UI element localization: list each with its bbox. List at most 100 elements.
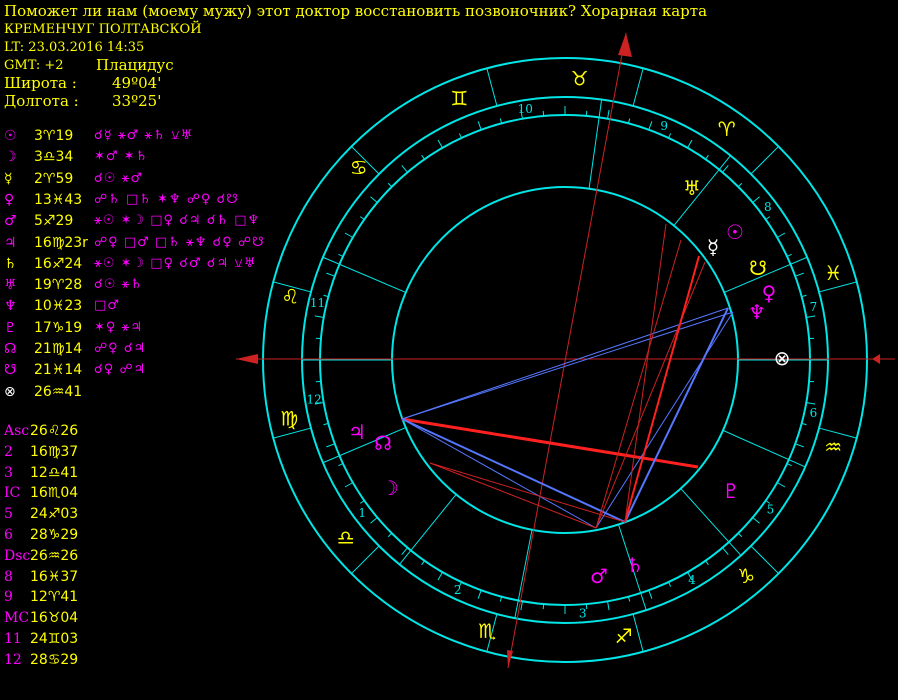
aspect-line: [429, 462, 626, 523]
aspect-line: [595, 261, 706, 529]
degree-tick: [705, 154, 709, 160]
planet-mark-icon: ♅: [683, 176, 701, 200]
degree-tick: [795, 443, 804, 448]
house-number: 12: [306, 393, 321, 407]
planet-mark-icon: ⊗: [774, 346, 791, 370]
degree-tick: [338, 253, 344, 257]
degree-tick: [520, 601, 523, 611]
asc-arrow-icon: [236, 354, 258, 364]
degree-tick: [752, 196, 760, 203]
degree-tick: [737, 532, 743, 538]
planet-mark-icon: ☿: [707, 235, 719, 259]
planet-mark-icon: ☊: [374, 431, 392, 455]
house-cusp-line: [399, 494, 457, 565]
planet-mark-icon: ♇: [722, 479, 740, 503]
aspect-line: [401, 417, 699, 469]
house-number: 4: [688, 573, 696, 587]
degree-tick: [765, 216, 771, 220]
degree-tick: [687, 139, 693, 149]
degree-tick: [387, 532, 393, 538]
zodiac-sign-icon: ♑: [737, 564, 755, 588]
house-number: 3: [579, 606, 587, 620]
sign-divider: [632, 68, 644, 107]
planet-mark-icon: ♂: [590, 564, 608, 588]
house-numbers: 10 9 8 7 6 5 4 3 2 1 12 11: [306, 102, 817, 620]
house-number: 1: [358, 506, 366, 520]
degree-tick: [314, 315, 324, 318]
degree-tick: [668, 581, 672, 587]
house-number: 11: [310, 296, 325, 310]
degree-tick: [477, 590, 482, 599]
degree-tick: [776, 482, 786, 488]
planet-glyphs: ♅☉☿☋♀♆⊗♇♄♂☽♃ ☊: [348, 176, 790, 588]
degree-tick: [786, 253, 792, 257]
degree-tick: [370, 196, 378, 203]
aspect-line: [595, 311, 734, 529]
house-number: 6: [810, 406, 818, 420]
sign-divider: [351, 545, 380, 574]
degree-tick: [648, 590, 653, 599]
degree-tick: [477, 121, 482, 130]
chart-axes: [236, 32, 895, 669]
zodiac-sign-icon: ♉: [571, 66, 589, 90]
degree-tick: [437, 571, 443, 581]
house-cusp-line: [514, 529, 533, 619]
house-number: 7: [810, 300, 818, 314]
degree-tick: [776, 232, 786, 238]
zodiac-sign-icon: ♍: [280, 407, 298, 431]
dsc-arrow-icon: [872, 354, 880, 364]
house-number: 2: [454, 583, 462, 597]
degree-tick: [421, 154, 425, 160]
aspect-lines: [401, 223, 734, 529]
degree-tick: [648, 121, 653, 130]
ic-arrow-icon: [507, 650, 513, 668]
degree-tick: [401, 547, 408, 555]
degree-tick: [338, 463, 344, 467]
degree-tick: [806, 315, 816, 318]
planet-mark-icon: ☋: [749, 256, 767, 280]
degree-tick: [722, 547, 729, 555]
sign-divider: [486, 68, 498, 107]
zodiac-sign-icon: ♒: [824, 435, 842, 459]
degree-tick: [752, 517, 760, 524]
degree-tick: [359, 500, 365, 504]
house-number: 5: [767, 502, 775, 516]
degree-tick: [344, 482, 354, 488]
degree-tick: [326, 272, 335, 277]
degree-tick: [795, 272, 804, 277]
house-number: 10: [518, 102, 533, 116]
degree-tick: [370, 517, 378, 524]
degree-tick: [359, 216, 365, 220]
zodiac-sign-icon: ♌: [281, 285, 299, 309]
degree-tick: [607, 109, 610, 119]
planet-mark-icon: ♃: [348, 420, 366, 444]
zodiac-sign-icon: ♎: [337, 525, 355, 549]
degree-tick: [668, 133, 672, 139]
aspect-line: [401, 418, 626, 523]
zodiac-sign-icon: ♊: [450, 87, 468, 111]
house-number: 8: [764, 200, 772, 214]
planet-mark-icon: ☽: [381, 476, 399, 500]
degree-tick: [458, 133, 462, 139]
zodiac-sign-icon: ♈: [718, 117, 736, 141]
degree-tick: [806, 402, 816, 405]
zodiac-sign-icon: ♏: [478, 619, 496, 643]
zodiac-sign-icon: ♐: [615, 624, 633, 648]
degree-tick: [437, 139, 443, 149]
house-number: 9: [660, 119, 668, 133]
degree-tick: [722, 165, 729, 173]
zodiac-sign-icon: ♋: [350, 156, 368, 180]
sign-divider: [750, 146, 779, 175]
horary-chart-wheel: ♊♉♈♓♒♑♐♏♎♍♌♋ 109876543211211 ♅☉☿☋♀♆⊗♇♄♂☽…: [236, 32, 895, 669]
degree-tick: [387, 182, 393, 188]
degree-tick: [786, 463, 792, 467]
planet-mark-icon: ♄: [626, 553, 644, 577]
degree-tick: [344, 232, 354, 238]
planet-mark-icon: ☉: [726, 220, 744, 244]
degree-tick: [326, 443, 335, 448]
degree-tick: [421, 560, 425, 566]
sign-divider: [632, 613, 644, 652]
degree-tick: [737, 182, 743, 188]
degree-tick: [401, 165, 408, 173]
mc-arrow-icon: [618, 33, 632, 57]
